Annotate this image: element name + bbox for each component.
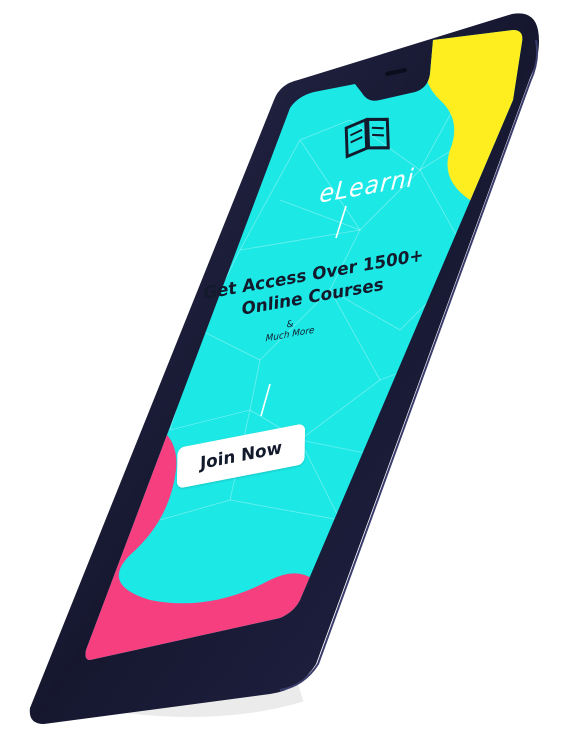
phone-device [29,13,540,725]
app-promo-screen: eLearni Get Access Over 1500+ Online Cou… [0,0,573,733]
